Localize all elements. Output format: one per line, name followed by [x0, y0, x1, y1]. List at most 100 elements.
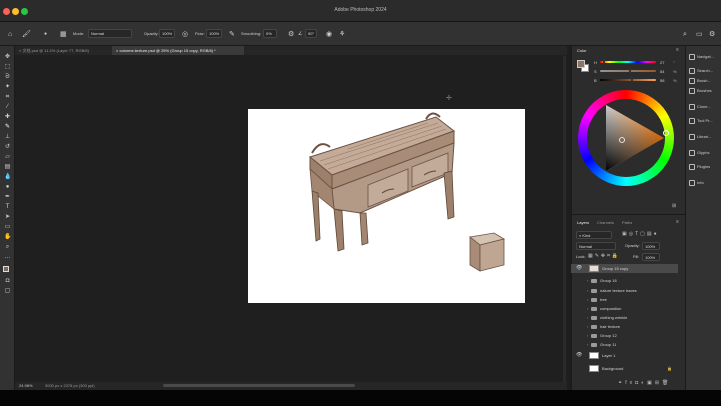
airbrush-icon[interactable]: ✎: [229, 31, 235, 38]
brush-tool-preset-icon[interactable]: 🖌: [22, 31, 31, 38]
lasso-tool-icon[interactable]: ᘐ: [4, 74, 11, 81]
home-icon[interactable]: ⌂: [8, 31, 12, 38]
zoom-level[interactable]: 24.98%: [19, 383, 33, 388]
pen-tool-icon[interactable]: ✒: [4, 194, 11, 201]
symmetry-icon[interactable]: ⚘: [339, 31, 345, 38]
path-selection-tool-icon[interactable]: ➤: [4, 214, 11, 221]
brightness-slider-marker[interactable]: [631, 77, 634, 82]
dock-item[interactable]: Plugins: [689, 164, 710, 170]
hue-slider[interactable]: [600, 61, 656, 63]
brush-size-icon[interactable]: ●: [44, 31, 47, 38]
pressure-opacity-icon[interactable]: ◎: [182, 31, 188, 38]
tab-paths[interactable]: Paths: [622, 220, 632, 225]
blend-mode-select[interactable]: Normal: [576, 242, 616, 250]
move-tool-icon[interactable]: ✥: [4, 54, 11, 61]
layer-row[interactable]: › tree: [571, 295, 678, 304]
layer-row[interactable]: Background 🔒: [571, 364, 678, 373]
layer-row[interactable]: 👁 Layer 1: [571, 351, 678, 360]
dock-item[interactable]: Librari...: [689, 134, 711, 140]
screen-mode-icon[interactable]: ▢: [4, 288, 11, 295]
layer-name[interactable]: Group 12: [600, 333, 617, 338]
layer-name[interactable]: nature texture traces: [600, 288, 637, 293]
workspace-icon[interactable]: ▭: [696, 31, 703, 38]
settings-icon[interactable]: ⚙: [709, 31, 715, 38]
more-tools-icon[interactable]: …: [4, 254, 11, 261]
dock-item[interactable]: Glyphs: [689, 150, 709, 156]
zoom-tool-icon[interactable]: ⌕: [4, 244, 11, 251]
flow-input[interactable]: 100%: [206, 29, 222, 38]
layer-name[interactable]: Group 11: [600, 342, 616, 347]
layer-name[interactable]: hair texture: [600, 324, 620, 329]
dock-item[interactable]: Brushes: [689, 88, 712, 94]
layer-row[interactable]: › composition: [571, 304, 678, 313]
gradient-tool-icon[interactable]: ▤: [4, 164, 11, 171]
search-icon[interactable]: ⌕: [683, 31, 687, 38]
fill-input[interactable]: 100%: [642, 253, 660, 261]
layer-name[interactable]: Background: [602, 366, 623, 371]
tab-color[interactable]: Color: [577, 48, 587, 53]
layer-row[interactable]: 👁 Group 15 copy: [571, 264, 678, 273]
dock-item[interactable]: Brush...: [689, 78, 711, 84]
clone-stamp-tool-icon[interactable]: ⊥: [4, 134, 11, 141]
add-swatch-icon[interactable]: ⊞: [672, 203, 676, 209]
healing-brush-tool-icon[interactable]: ✚: [4, 114, 11, 121]
foreground-color-swatch[interactable]: [3, 266, 9, 272]
horizontal-scrollbar[interactable]: [163, 384, 355, 387]
pressure-size-icon[interactable]: ◉: [326, 31, 332, 38]
dock-item[interactable]: Clone...: [689, 104, 711, 110]
brush-tool-icon[interactable]: ✎: [4, 124, 11, 131]
hue-value[interactable]: 27: [660, 60, 664, 65]
layer-row[interactable]: › Group 12: [571, 331, 678, 340]
layer-row[interactable]: › clothing wrinkle: [571, 313, 678, 322]
angle-input[interactable]: 90°: [305, 29, 317, 38]
dock-item[interactable]: Search...: [689, 68, 713, 74]
dock-item[interactable]: Navigat...: [689, 54, 714, 60]
saturation-value[interactable]: 54: [660, 69, 664, 74]
layers-footer-icons[interactable]: ⚭fx◘◐▣⊞🗑: [618, 380, 671, 386]
panel-menu-icon[interactable]: ≡: [676, 47, 679, 53]
history-brush-tool-icon[interactable]: ↺: [4, 144, 11, 151]
saturation-slider-marker[interactable]: [629, 68, 632, 73]
dock-item[interactable]: Tool Pr...: [689, 118, 713, 124]
brush-settings-icon[interactable]: ▦: [60, 31, 67, 38]
brightness-slider[interactable]: [600, 79, 656, 81]
layer-row[interactable]: › Group 16: [571, 276, 678, 285]
rectangle-tool-icon[interactable]: ▭: [4, 224, 11, 231]
marquee-tool-icon[interactable]: ⬚: [4, 64, 11, 71]
layer-name[interactable]: Layer 1: [602, 353, 615, 358]
layer-name[interactable]: composition: [600, 306, 621, 311]
opacity-input[interactable]: 100%: [159, 29, 175, 38]
eyedropper-tool-icon[interactable]: ⁄: [4, 104, 11, 111]
saturation-slider[interactable]: [600, 70, 656, 72]
tab-document-1[interactable]: × 文档.psd @ 11.2% (Layer 77, RGB/8): [15, 46, 111, 55]
layer-row[interactable]: › nature texture traces: [571, 286, 678, 295]
foreground-color-chip[interactable]: [577, 60, 585, 68]
hue-ring[interactable]: [578, 90, 674, 186]
lock-icons[interactable]: ▦✎✥⌗🔒: [588, 253, 620, 259]
type-tool-icon[interactable]: T: [4, 204, 11, 211]
visibility-eye-icon[interactable]: 👁: [576, 264, 582, 273]
layer-name[interactable]: clothing wrinkle: [600, 315, 627, 320]
layers-menu-icon[interactable]: ≡: [676, 219, 679, 225]
mode-select[interactable]: Normal: [88, 29, 132, 38]
smoothing-input[interactable]: 0%: [263, 29, 277, 38]
layer-row[interactable]: › hair texture: [571, 322, 678, 331]
layer-name[interactable]: Group 16: [600, 278, 617, 283]
hue-slider-marker[interactable]: [603, 59, 606, 64]
dodge-tool-icon[interactable]: ●: [4, 184, 11, 191]
hand-tool-icon[interactable]: ✋: [4, 234, 11, 241]
layer-name[interactable]: tree: [600, 297, 607, 302]
brightness-value[interactable]: 58: [660, 78, 664, 83]
crop-tool-icon[interactable]: ⌗: [4, 94, 11, 101]
hue-ring-marker[interactable]: [663, 130, 669, 136]
blur-tool-icon[interactable]: 💧: [4, 174, 11, 181]
smoothing-options-gear-icon[interactable]: ⚙: [288, 31, 294, 38]
magic-wand-tool-icon[interactable]: ✦: [4, 84, 11, 91]
vertical-scrollbar[interactable]: [563, 56, 566, 382]
visibility-eye-icon[interactable]: 👁: [576, 351, 582, 360]
dock-item[interactable]: Info: [689, 180, 704, 186]
document-canvas[interactable]: [248, 109, 525, 303]
layer-row[interactable]: › Group 11: [571, 340, 678, 349]
tab-layers[interactable]: Layers: [577, 220, 589, 225]
tab-channels[interactable]: Channels: [597, 220, 614, 225]
